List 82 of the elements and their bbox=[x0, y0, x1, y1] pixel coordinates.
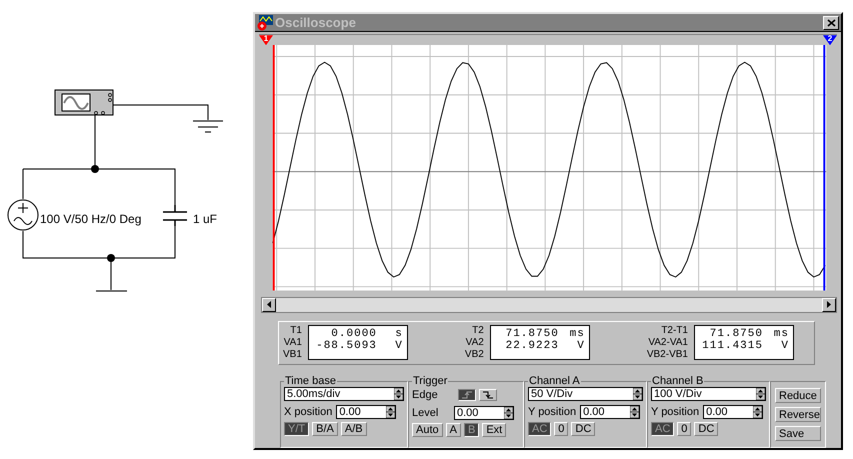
panel-title: Time base bbox=[284, 375, 337, 387]
spin-buttons[interactable] bbox=[386, 406, 396, 418]
readout-unit: ms bbox=[772, 328, 789, 340]
trigger-source-button[interactable]: B bbox=[464, 423, 480, 437]
spin-buttons[interactable] bbox=[753, 406, 762, 418]
trigger-source-button[interactable]: A bbox=[446, 423, 461, 437]
close-icon bbox=[826, 18, 836, 27]
capacitor-symbol bbox=[162, 204, 188, 227]
field-label: Edge bbox=[412, 388, 439, 400]
readout-label: VA1 bbox=[284, 336, 302, 349]
readout-unit: s bbox=[394, 328, 403, 340]
spin-buttons[interactable] bbox=[504, 406, 513, 418]
readout-value: 71.8750 bbox=[506, 328, 559, 340]
cursor-handle[interactable]: 2 bbox=[823, 35, 837, 46]
cursor-line[interactable] bbox=[823, 45, 826, 291]
readout-value: 22.9223 bbox=[506, 340, 559, 352]
position-field[interactable]: 0.00 bbox=[703, 404, 764, 418]
capacitor-label: 1 uF bbox=[193, 212, 218, 226]
readout-label: VB2 bbox=[464, 348, 484, 361]
readout-unit: V bbox=[576, 340, 585, 352]
coupling-button[interactable]: 0 bbox=[677, 422, 692, 436]
readout-value: 111.4315 bbox=[702, 340, 763, 352]
readout-label: VA2 bbox=[466, 336, 484, 349]
action-button[interactable]: Reverse bbox=[775, 407, 821, 422]
source-label: 100 V/50 Hz/0 Deg bbox=[40, 212, 142, 226]
readout-unit: V bbox=[394, 340, 403, 352]
readout-unit: V bbox=[780, 340, 789, 352]
scroll-left-icon[interactable] bbox=[262, 298, 276, 312]
rising-edge-icon bbox=[460, 388, 474, 400]
level-field[interactable]: 0.00 bbox=[454, 406, 514, 420]
panel-title: Trigger bbox=[412, 375, 448, 387]
field-label: X position bbox=[284, 406, 332, 418]
horizontal-scrollbar[interactable] bbox=[261, 296, 837, 313]
ground-symbol bbox=[192, 120, 224, 132]
coupling-button[interactable]: DC bbox=[694, 422, 718, 436]
trigger-source-button[interactable]: Auto bbox=[412, 423, 443, 437]
falling-edge-icon bbox=[481, 388, 495, 400]
volts-scale-field[interactable]: 50 V/Div bbox=[528, 387, 643, 401]
time-scale-field[interactable]: 5.00ms/div bbox=[284, 387, 404, 401]
readout-label: T2-T1 bbox=[661, 324, 688, 337]
field-label: Y position bbox=[651, 406, 700, 418]
readout-unit: ms bbox=[568, 328, 585, 340]
field-label: Level bbox=[412, 406, 440, 418]
junction-dot bbox=[107, 254, 115, 262]
action-button[interactable]: Reduce bbox=[775, 388, 821, 403]
coupling-button[interactable]: AC bbox=[651, 422, 674, 436]
panel-title: Channel A bbox=[528, 375, 581, 387]
oscilloscope-app-icon bbox=[257, 14, 273, 31]
spin-buttons[interactable] bbox=[633, 388, 642, 400]
coupling-button[interactable]: 0 bbox=[554, 422, 568, 436]
spin-buttons[interactable] bbox=[394, 388, 403, 400]
trigger-source-button[interactable]: Ext bbox=[482, 423, 506, 437]
readout-label: VB1 bbox=[283, 348, 302, 361]
position-field[interactable]: 0.00 bbox=[336, 404, 396, 418]
coupling-button[interactable]: DC bbox=[571, 422, 596, 436]
action-button[interactable]: Save bbox=[775, 426, 821, 441]
spin-buttons[interactable] bbox=[756, 388, 765, 400]
readout-label: VA2-VA1 bbox=[648, 336, 688, 349]
close-button[interactable] bbox=[823, 16, 839, 30]
readout-value: -88.5093 bbox=[316, 340, 377, 352]
field-label: Y position bbox=[528, 406, 576, 418]
readout-label: T1 bbox=[290, 324, 302, 337]
mode-button[interactable]: A/B bbox=[340, 422, 367, 436]
window-title: Oscilloscope bbox=[275, 15, 357, 30]
mode-button[interactable]: B/A bbox=[312, 422, 338, 436]
falling-edge-button[interactable] bbox=[479, 388, 497, 400]
readout-value: 71.8750 bbox=[710, 328, 763, 340]
cursor-handle[interactable]: 1 bbox=[259, 35, 273, 46]
spin-buttons[interactable] bbox=[630, 406, 640, 418]
panel-title: Channel B bbox=[651, 375, 704, 387]
readout-label: VB2-VB1 bbox=[646, 348, 688, 361]
readout-value: 0.0000 bbox=[331, 328, 377, 340]
coupling-button[interactable]: AC bbox=[528, 422, 552, 436]
scroll-right-icon[interactable] bbox=[822, 298, 836, 312]
rising-edge-button[interactable] bbox=[458, 388, 476, 400]
volts-scale-field[interactable]: 100 V/Div bbox=[651, 387, 766, 401]
oscilloscope-symbol bbox=[54, 90, 114, 116]
mode-button[interactable]: Y/T bbox=[284, 422, 310, 436]
ac-source-symbol bbox=[8, 200, 38, 230]
readout-label: T2 bbox=[472, 324, 484, 337]
junction-dot bbox=[91, 165, 99, 173]
position-field[interactable]: 0.00 bbox=[580, 404, 640, 418]
